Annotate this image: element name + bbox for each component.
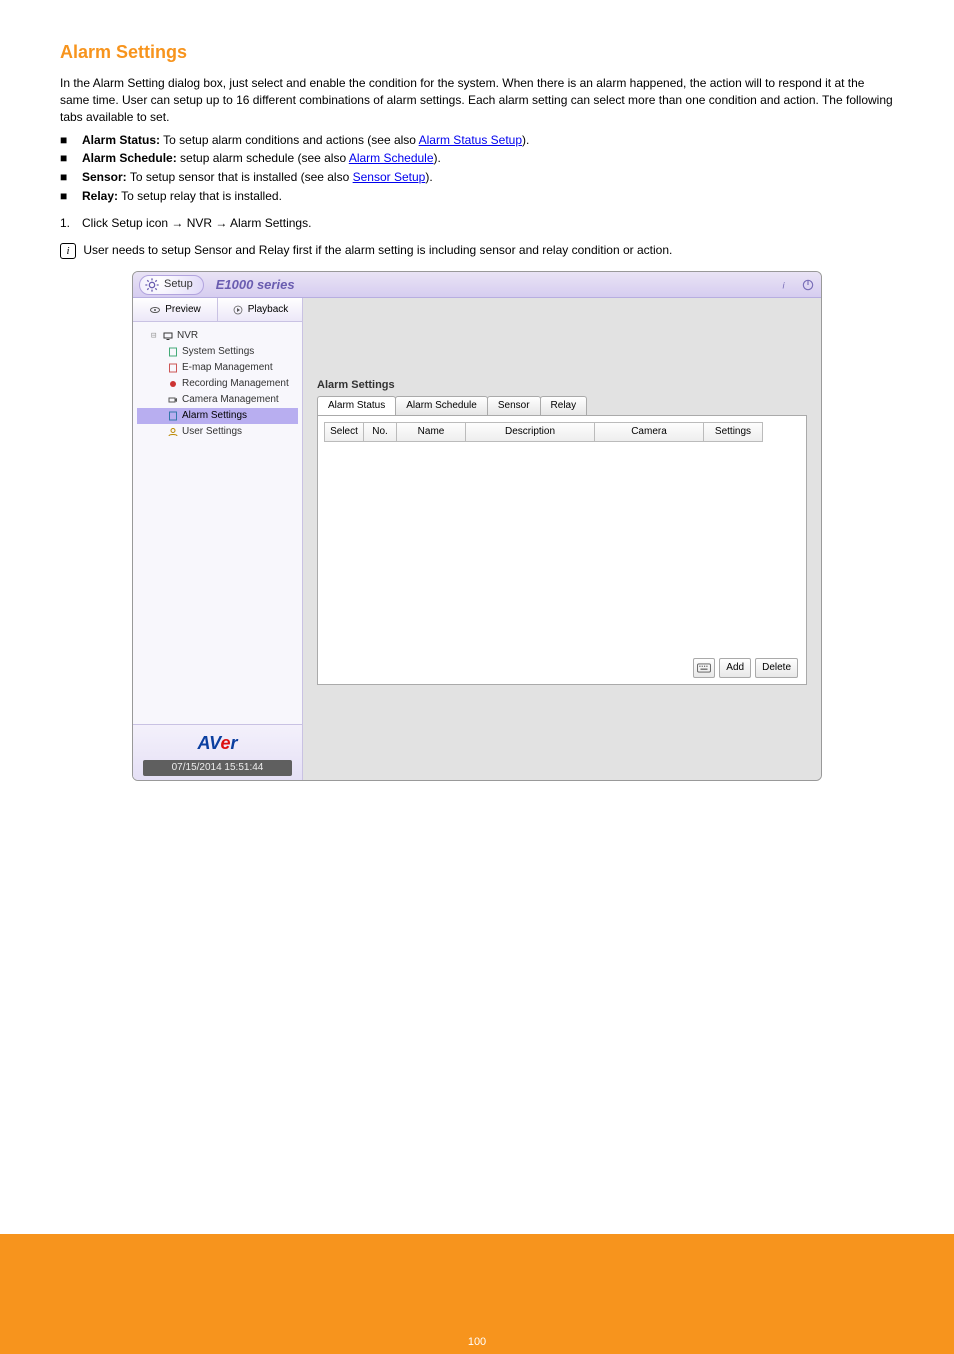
playback-icon <box>232 304 244 316</box>
bullet-tail: ). <box>425 170 432 184</box>
tree-item-label: E-map Management <box>182 361 273 375</box>
eye-icon <box>149 304 161 316</box>
map-icon <box>167 362 179 374</box>
record-icon <box>167 378 179 390</box>
tree-item-recording[interactable]: Recording Management <box>137 376 298 392</box>
pane-title: Alarm Settings <box>317 378 807 393</box>
page-footer: 100 <box>0 1234 954 1354</box>
add-button[interactable]: Add <box>719 658 751 678</box>
tree-item-label: Camera Management <box>182 393 279 407</box>
pane-tab-relay[interactable]: Relay <box>540 396 588 415</box>
bullet-alarm-status: ■ Alarm Status: To setup alarm condition… <box>60 132 894 149</box>
bullet-sensor: ■ Sensor: To setup sensor that is instal… <box>60 169 894 186</box>
tree-item-label: System Settings <box>182 345 254 359</box>
user-icon <box>167 426 179 438</box>
tree-root[interactable]: ⊟ NVR <box>137 328 298 344</box>
note-row: i User needs to setup Sensor and Relay f… <box>60 242 894 260</box>
setup-label: Setup <box>164 277 193 292</box>
tree-item-label: User Settings <box>182 425 242 439</box>
tab-preview-label: Preview <box>165 303 201 317</box>
tab-playback-label: Playback <box>248 303 289 317</box>
bullet-tail: ). <box>434 151 441 165</box>
col-name[interactable]: Name <box>396 422 466 442</box>
info-icon: i <box>60 243 76 259</box>
bullet-label: Alarm Schedule: <box>82 151 177 165</box>
delete-button[interactable]: Delete <box>755 658 798 678</box>
bullet-label: Relay: <box>82 189 118 203</box>
tab-preview[interactable]: Preview <box>133 298 218 321</box>
intro-paragraph: In the Alarm Setting dialog box, just se… <box>60 75 894 125</box>
note-text: User needs to setup Sensor and Relay fir… <box>83 243 672 257</box>
model-label: E1000 series <box>216 276 295 294</box>
tree-root-label: NVR <box>177 329 198 343</box>
page-number: 100 <box>468 1336 486 1348</box>
bullet-alarm-schedule: ■ Alarm Schedule: setup alarm schedule (… <box>60 150 894 167</box>
sidebar: Preview Playback ⊟ NVR Syste <box>133 298 303 780</box>
bullet-text: To setup relay that is installed. <box>121 189 282 203</box>
step-number: 1. <box>60 215 82 232</box>
nav-tree: ⊟ NVR System Settings E-map Management <box>133 322 302 724</box>
bullet-tail: ). <box>522 133 529 147</box>
pane-tab-alarm-status[interactable]: Alarm Status <box>317 396 396 415</box>
bullet-text: To setup alarm conditions and actions (s… <box>163 133 418 147</box>
col-no[interactable]: No. <box>363 422 397 442</box>
aver-logo: AVer <box>133 731 302 756</box>
tree-item-label: Recording Management <box>182 377 289 391</box>
timestamp: 07/15/2014 15:51:44 <box>143 760 292 776</box>
link-alarm-status-setup[interactable]: Alarm Status Setup <box>419 133 522 147</box>
setup-button[interactable]: Setup <box>139 275 204 295</box>
col-select[interactable]: Select <box>324 422 364 442</box>
alarm-grid: Select No. Name Description Camera Setti… <box>317 415 807 685</box>
tree-item-alarm-settings[interactable]: Alarm Settings <box>137 408 298 424</box>
svg-text:i: i <box>783 280 786 290</box>
alarm-icon <box>167 410 179 422</box>
link-sensor-setup[interactable]: Sensor Setup <box>353 170 426 184</box>
main-pane: Alarm Settings Alarm Status Alarm Schedu… <box>303 298 821 780</box>
bullet-relay: ■ Relay: To setup relay that is installe… <box>60 188 894 205</box>
power-icon[interactable] <box>801 278 815 292</box>
step-text: Click Setup icon → NVR → Alarm Settings. <box>82 215 311 232</box>
bullet-text: To setup sensor that is installed (see a… <box>130 170 353 184</box>
col-description[interactable]: Description <box>465 422 595 442</box>
tree-item-system-settings[interactable]: System Settings <box>137 344 298 360</box>
bullet-icon: ■ <box>60 188 82 205</box>
keyboard-icon <box>697 663 711 673</box>
camera-icon <box>167 394 179 406</box>
info-icon[interactable]: i <box>779 278 793 292</box>
section-heading: Alarm Settings <box>60 40 894 65</box>
step-1: 1. Click Setup icon → NVR → Alarm Settin… <box>60 215 894 232</box>
app-screenshot: Setup E1000 series i Preview Playback <box>132 271 822 781</box>
nvr-icon <box>162 330 174 342</box>
tab-playback[interactable]: Playback <box>218 298 302 321</box>
link-alarm-schedule[interactable]: Alarm Schedule <box>349 151 434 165</box>
bullet-label: Sensor: <box>82 170 127 184</box>
tree-item-emap[interactable]: E-map Management <box>137 360 298 376</box>
keyboard-button[interactable] <box>693 658 715 678</box>
tree-item-user-settings[interactable]: User Settings <box>137 424 298 440</box>
doc-icon <box>167 346 179 358</box>
col-camera[interactable]: Camera <box>594 422 704 442</box>
bullet-icon: ■ <box>60 169 82 186</box>
app-titlebar: Setup E1000 series i <box>133 272 821 298</box>
tree-item-label: Alarm Settings <box>182 409 247 423</box>
pane-tab-sensor[interactable]: Sensor <box>487 396 541 415</box>
bullet-label: Alarm Status: <box>82 133 160 147</box>
pane-tab-alarm-schedule[interactable]: Alarm Schedule <box>395 396 488 415</box>
tree-item-camera[interactable]: Camera Management <box>137 392 298 408</box>
bullet-icon: ■ <box>60 132 82 149</box>
bullet-icon: ■ <box>60 150 82 167</box>
bullet-text: setup alarm schedule (see also <box>180 151 349 165</box>
col-settings[interactable]: Settings <box>703 422 763 442</box>
gear-icon <box>144 277 160 293</box>
